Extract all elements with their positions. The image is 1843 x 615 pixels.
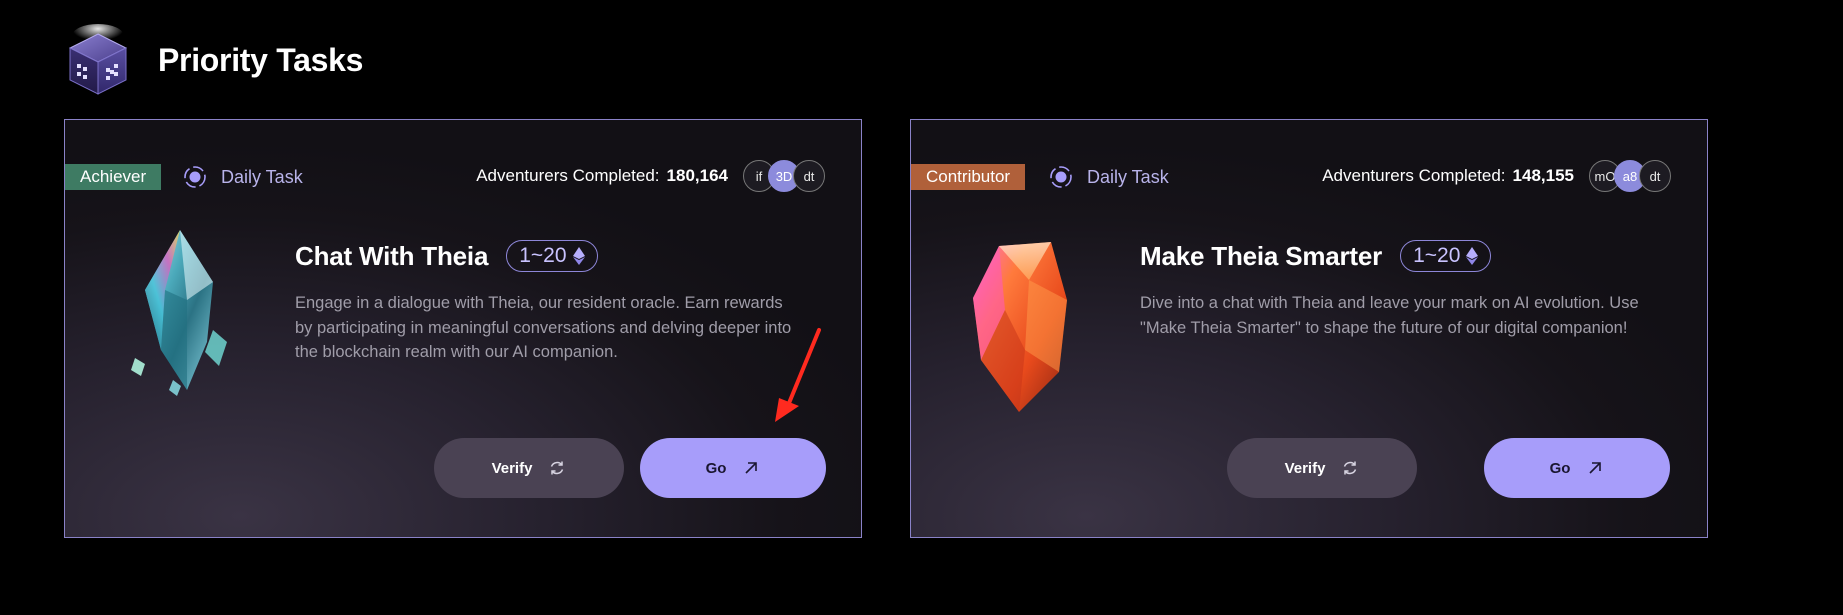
completed-count: 148,155	[1512, 166, 1574, 185]
task-title: Chat With Theia	[295, 240, 489, 271]
avatar: dt	[793, 160, 825, 192]
task-card-chat-with-theia: Achiever Daily Task Adventurers Complete…	[64, 119, 862, 538]
daily-task-indicator: Daily Task	[1049, 164, 1169, 190]
tier-badge: Achiever	[65, 164, 162, 190]
completed-stats: Adventurers Completed: 180,164 if 3D dt	[476, 158, 825, 194]
reward-range-badge: 1~20	[506, 240, 598, 272]
orange-crystal-icon	[973, 242, 1067, 412]
arrow-up-right-icon	[745, 462, 758, 474]
completed-label: Adventurers Completed:	[1322, 166, 1506, 185]
ethereum-icon	[572, 247, 585, 265]
blue-crystal-icon	[131, 230, 227, 396]
go-button[interactable]: Go	[1484, 438, 1670, 498]
avatar: dt	[1639, 160, 1671, 192]
target-icon	[184, 166, 206, 188]
completed-stats: Adventurers Completed: 148,155 mO a8 dt	[1322, 158, 1671, 194]
task-description: Engage in a dialogue with Theia, our res…	[295, 294, 792, 361]
daily-task-indicator: Daily Task	[183, 164, 303, 190]
verify-button[interactable]: Verify	[434, 438, 624, 498]
cube-logo-icon	[68, 24, 128, 95]
go-label: Go	[1549, 459, 1571, 477]
refresh-icon	[1344, 461, 1357, 475]
verify-label: Verify	[1284, 459, 1326, 477]
reward-range-badge: 1~20	[1400, 240, 1492, 272]
target-icon	[1050, 166, 1072, 188]
reward-range-text: 1~20	[519, 244, 567, 267]
daily-task-label: Daily Task	[1087, 166, 1169, 187]
avatar-stack: if 3D dt	[743, 160, 825, 192]
task-card-make-theia-smarter: Contributor Daily Task Adventurers Compl…	[910, 119, 1708, 538]
refresh-icon	[551, 461, 564, 475]
go-label: Go	[705, 459, 727, 477]
completed-count: 180,164	[666, 166, 728, 185]
daily-task-label: Daily Task	[221, 166, 303, 187]
verify-button[interactable]: Verify	[1227, 438, 1417, 498]
task-description: Dive into a chat with Theia and leave yo…	[1140, 294, 1639, 337]
page-header: Priority Tasks	[60, 20, 363, 100]
go-button[interactable]: Go	[640, 438, 826, 498]
task-title-row: Make Theia Smarter 1~20	[1140, 240, 1492, 272]
arrow-up-right-icon	[1589, 462, 1602, 474]
avatar-stack: mO a8 dt	[1589, 160, 1671, 192]
tier-badge: Contributor	[911, 164, 1026, 190]
verify-label: Verify	[491, 459, 533, 477]
ethereum-icon	[1466, 247, 1479, 265]
task-title: Make Theia Smarter	[1140, 240, 1383, 271]
completed-label: Adventurers Completed:	[476, 166, 660, 185]
task-title-row: Chat With Theia 1~20	[295, 240, 598, 272]
reward-range-text: 1~20	[1413, 244, 1461, 267]
page-title: Priority Tasks	[158, 41, 364, 78]
